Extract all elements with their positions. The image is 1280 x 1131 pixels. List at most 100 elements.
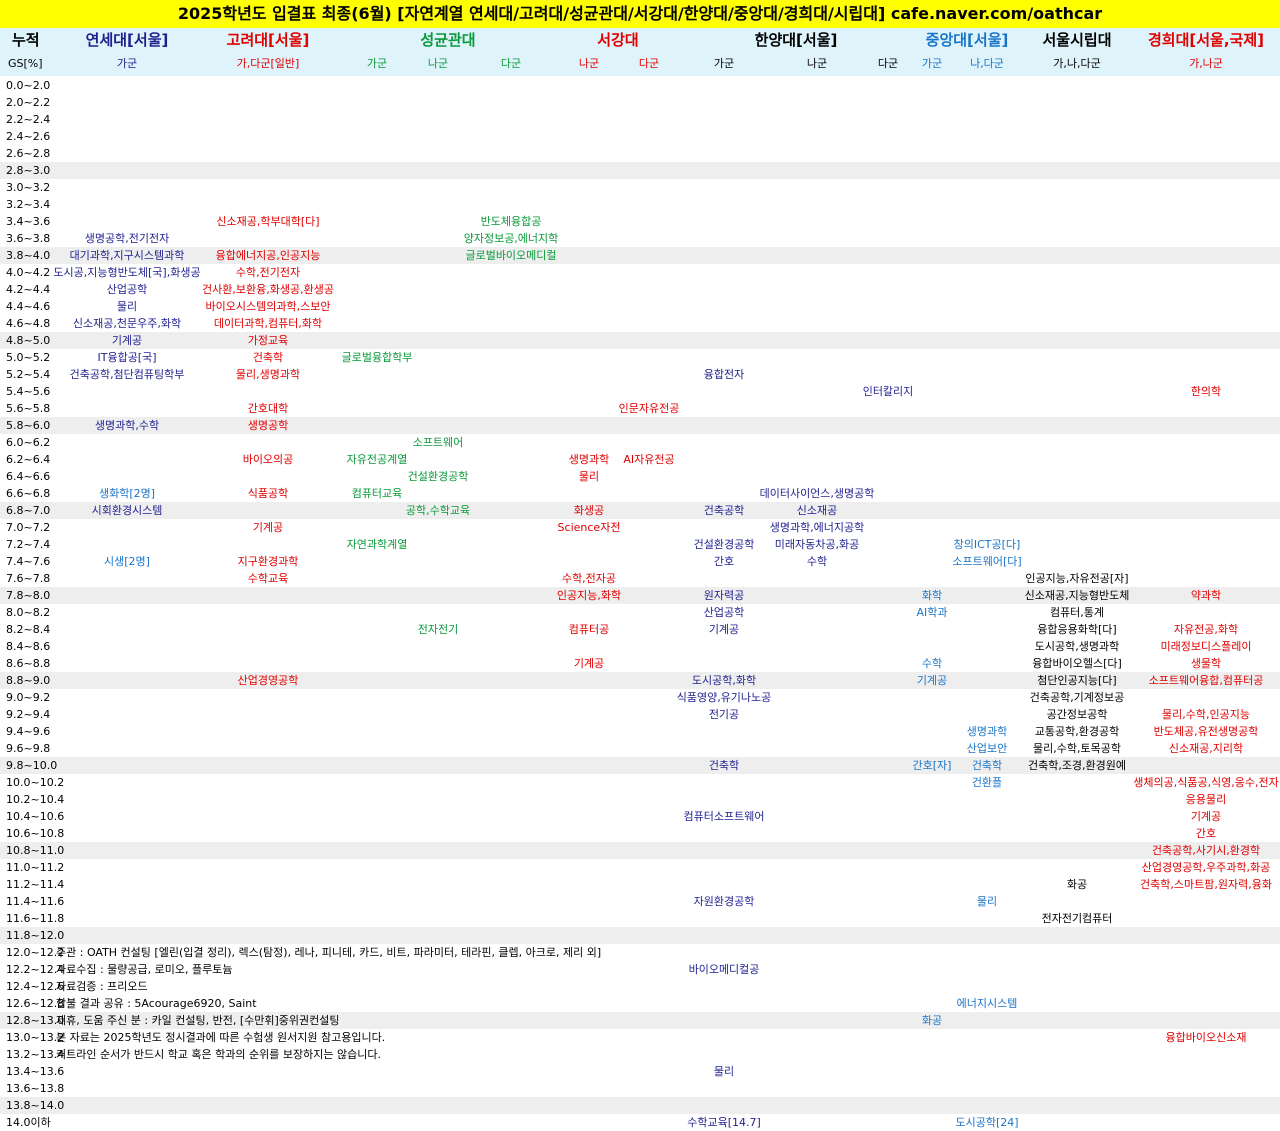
- university-header-kyunghee: 경희대[서울,국제]: [1147, 31, 1265, 49]
- program-cell: 컴퓨터교육: [351, 487, 403, 500]
- program-cell: 자유전공계열: [346, 453, 408, 466]
- row-range-label: 13.4~13.6: [6, 1065, 65, 1078]
- program-cell: 컴퓨터공: [568, 623, 610, 636]
- row-range-label: 10.4~10.6: [6, 810, 65, 823]
- row-range-label: 3.6~3.8: [6, 232, 51, 245]
- group-header-chungang_nada: 나,다군: [970, 57, 1004, 70]
- row-band: [0, 247, 1280, 264]
- row-range-label: 2.2~2.4: [6, 113, 51, 126]
- program-cell: 식품공학: [247, 487, 289, 500]
- program-cell: 시생[2명]: [104, 555, 150, 568]
- program-cell: 공학,수학교육: [405, 504, 471, 517]
- program-cell: 건축학: [708, 759, 740, 772]
- program-cell: 인공지능,자유전공[자]: [1025, 572, 1129, 585]
- row-range-label: 6.8~7.0: [6, 504, 51, 517]
- program-cell: 한의학: [1190, 385, 1222, 398]
- row-range-label: 11.6~11.8: [6, 912, 65, 925]
- program-cell: 소프트웨어[다]: [952, 555, 1022, 568]
- program-cell: 기계공: [1190, 810, 1222, 823]
- program-cell: 반도체공,유전생명공학: [1153, 725, 1259, 738]
- program-cell: AI자유전공: [623, 453, 675, 466]
- row-band: [0, 502, 1280, 519]
- program-cell: 도시공학[24]: [955, 1116, 1019, 1129]
- program-cell: 전자전기컴퓨터: [1041, 912, 1113, 925]
- program-cell: 생화학[2명]: [98, 487, 156, 500]
- program-cell: 전기공: [708, 708, 740, 721]
- program-cell: 생명공학: [247, 419, 289, 432]
- program-cell: 미래정보디스플레이: [1160, 640, 1252, 653]
- program-cell: 융합바이오신소재: [1165, 1031, 1247, 1044]
- row-range-label: 11.8~12.0: [6, 929, 65, 942]
- admission-table-sheet: 2025학년도 입결표 최종(6월) [자연계열 연세대/고려대/성균관대/서강…: [0, 0, 1280, 1130]
- program-cell: 원자력공: [703, 589, 745, 602]
- row-range-label: 5.8~6.0: [6, 419, 51, 432]
- program-cell: 산업보안: [966, 742, 1008, 755]
- program-cell: 건설환경공학: [693, 538, 755, 551]
- program-cell: 화학: [921, 589, 943, 602]
- program-cell: 물리,생명과학: [235, 368, 301, 381]
- program-cell: 생명공학,전기전자: [84, 232, 170, 245]
- row-range-label: 7.4~7.6: [6, 555, 51, 568]
- row-range-label: 8.4~8.6: [6, 640, 51, 653]
- program-cell: IT융합공[국]: [97, 351, 157, 364]
- program-cell: 물리: [578, 470, 600, 483]
- program-cell: 수학: [921, 657, 943, 670]
- group-header-hanyang_da: 다군: [877, 57, 899, 70]
- row-range-label: 11.2~11.4: [6, 878, 65, 891]
- row-range-label: 5.4~5.6: [6, 385, 51, 398]
- program-cell: 수학교육: [247, 572, 289, 585]
- program-cell: 물리: [713, 1065, 735, 1078]
- row-range-label: 10.8~11.0: [6, 844, 65, 857]
- row-range-label: 10.0~10.2: [6, 776, 65, 789]
- program-cell: 물리,수학,토목공학: [1033, 742, 1121, 755]
- program-cell: 인터칼리지: [862, 385, 914, 398]
- row-range-label: 0.0~2.0: [6, 79, 51, 92]
- program-cell: 기계공: [111, 334, 143, 347]
- program-cell: 건축공학: [703, 504, 745, 517]
- credit-note: 본 자료는 2025학년도 정시결과에 따른 수험생 원서지원 참고용입니다.: [56, 1031, 386, 1044]
- program-cell: 수학,전자공: [561, 572, 617, 585]
- program-cell: 생체의공,식품공,식영,응수,전자: [1133, 776, 1279, 789]
- program-cell: 창의ICT공[다]: [953, 538, 1021, 551]
- university-header-yonsei: 연세대[서울]: [85, 31, 169, 49]
- row-range-label: 11.4~11.6: [6, 895, 65, 908]
- program-cell: 건축공학,사기시,환경학: [1151, 844, 1261, 857]
- group-header-yonsei_ga: 가군: [116, 57, 138, 70]
- program-cell: 생명과학,수학: [94, 419, 160, 432]
- row-range-label: 7.0~7.2: [6, 521, 51, 534]
- row-range-label: 2.6~2.8: [6, 147, 51, 160]
- credit-note: 자료검증 : 프리오드: [56, 980, 148, 993]
- group-header-hanyang_ga: 가군: [713, 57, 735, 70]
- program-cell: 건축학: [971, 759, 1003, 772]
- row-range-label: 4.8~5.0: [6, 334, 51, 347]
- program-cell: 신소재공,학부대학[다]: [216, 215, 320, 228]
- program-cell: 인공지능,화학: [556, 589, 622, 602]
- row-range-label: 6.6~6.8: [6, 487, 51, 500]
- program-cell: 데이터사이언스,생명공학: [759, 487, 875, 500]
- program-cell: Science자전: [557, 521, 621, 534]
- program-cell: 글로벌바이오메디컬: [465, 249, 557, 262]
- group-header-sogang_da: 다군: [638, 57, 660, 70]
- credit-note: 주관 : OATH 컨설팅 [엘린(입결 정리), 렉스(탐정), 레나, 피니…: [56, 946, 602, 959]
- program-cell: 데이터과학,컴퓨터,화학: [213, 317, 323, 330]
- program-cell: 수학,전기전자: [235, 266, 301, 279]
- row-range-label: 6.2~6.4: [6, 453, 51, 466]
- row-range-label: 11.0~11.2: [6, 861, 65, 874]
- program-cell: 시회환경시스템: [91, 504, 163, 517]
- program-cell: 건축학,조경,환경원예: [1027, 759, 1127, 772]
- university-header-chungang: 중앙대[서울]: [925, 31, 1009, 49]
- program-cell: 에너지시스템: [956, 997, 1018, 1010]
- program-cell: 산업경영공학: [237, 674, 299, 687]
- program-cell: 자원환경공학: [693, 895, 755, 908]
- program-cell: 소프트웨어융합,컴퓨터공: [1148, 674, 1264, 687]
- program-cell: 생명과학: [568, 453, 610, 466]
- program-cell: 생명과학,에너지공학: [769, 521, 865, 534]
- sheet-title: 2025학년도 입결표 최종(6월) [자연계열 연세대/고려대/성균관대/서강…: [0, 0, 1280, 28]
- group-header-sogang_na: 나군: [578, 57, 600, 70]
- group-header-chungang_ga: 가군: [921, 57, 943, 70]
- program-cell: 대기과학,지구시스템과학: [69, 249, 185, 262]
- program-cell: 글로벌융합학부: [341, 351, 413, 364]
- program-cell: 신소재공,지능형반도체: [1024, 589, 1130, 602]
- program-cell: 건사환,보환융,화생공,환생공: [202, 283, 334, 296]
- university-header-sogang: 서강대: [597, 31, 639, 49]
